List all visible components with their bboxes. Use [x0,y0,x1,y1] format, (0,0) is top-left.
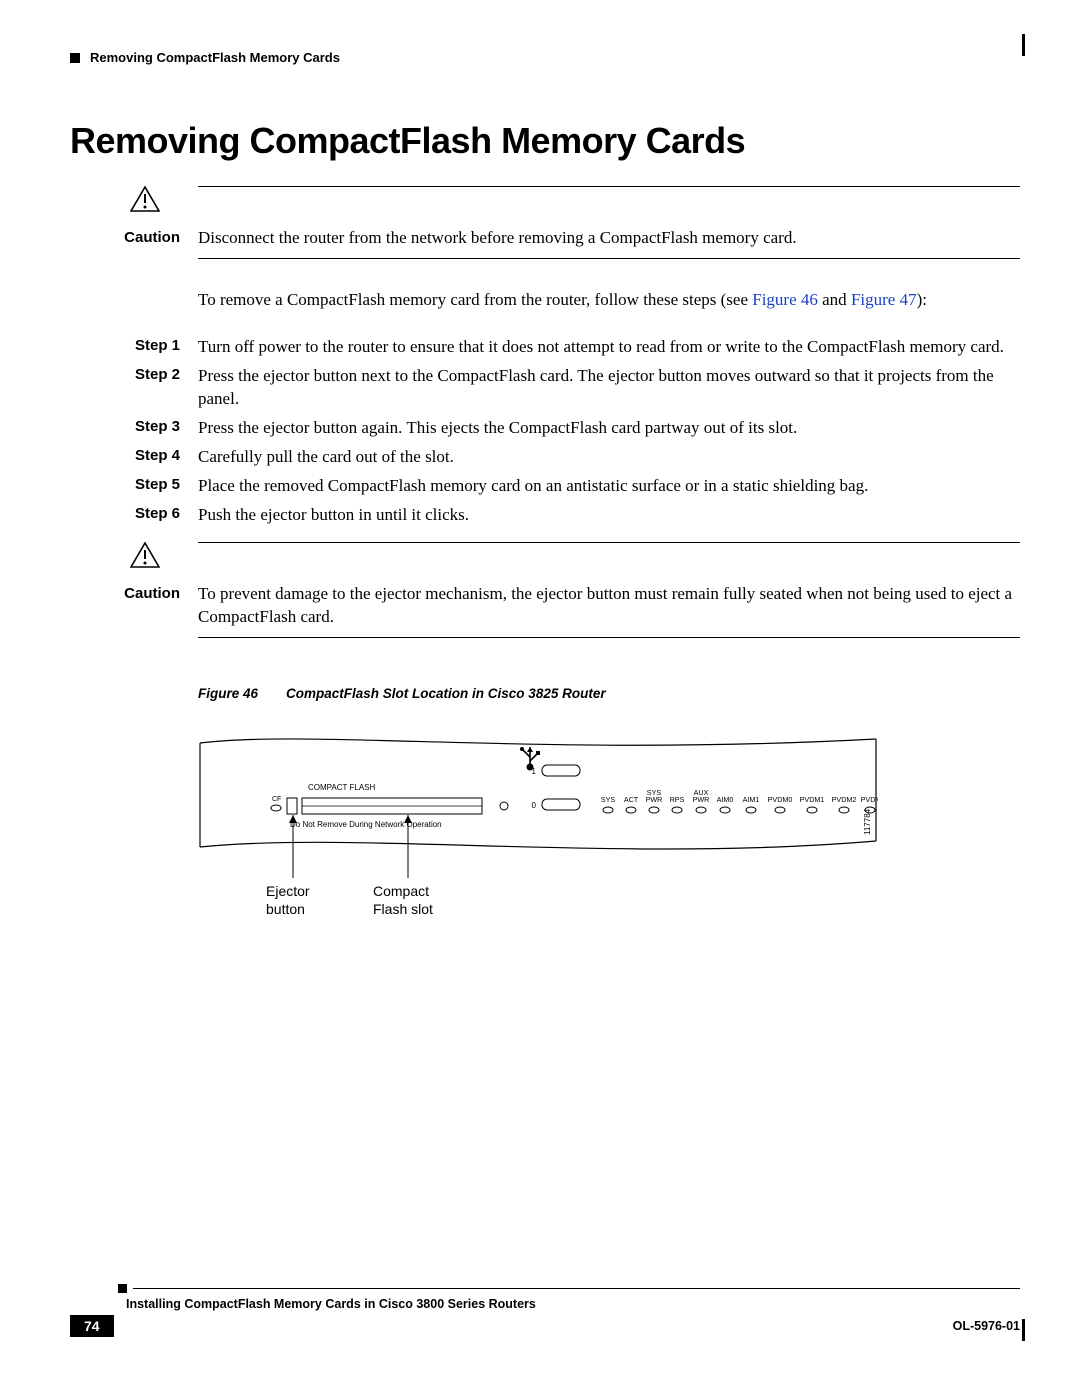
svg-text:SYS: SYS [601,795,616,804]
compact-flash-label: COMPACT FLASH [308,783,375,792]
figure-47-link[interactable]: Figure 47 [851,290,917,309]
callout-ejector: Ejectorbutton [266,883,310,918]
port-1-label: 1 [532,767,537,776]
running-header-text: Removing CompactFlash Memory Cards [90,50,340,65]
svg-text:RPS: RPS [670,795,685,804]
figure-title: CompactFlash Slot Location in Cisco 3825… [286,686,606,701]
caution-label: Caution [70,229,198,246]
step-label: Step 2 [70,365,198,411]
step-label: Step 3 [70,417,198,440]
page-title: Removing CompactFlash Memory Cards [70,120,1020,162]
rule [198,186,1020,187]
svg-text:PVDM3: PVDM3 [861,795,878,804]
caution-icon [130,186,198,217]
step-text: Carefully pull the card out of the slot. [198,446,1020,469]
svg-text:AIM1: AIM1 [743,795,760,804]
step-label: Step 4 [70,446,198,469]
intro-post: ): [917,290,927,309]
svg-text:PWR: PWR [646,795,663,804]
rule [198,542,1020,543]
crop-mark-top [1022,34,1025,56]
svg-text:ACT: ACT [624,795,639,804]
step-text: Press the ejector button again. This eje… [198,417,1020,440]
figure-46-link[interactable]: Figure 46 [752,290,818,309]
caution-text: To prevent damage to the ejector mechani… [198,583,1020,629]
step-text: Place the removed CompactFlash memory ca… [198,475,1020,498]
port-0-label: 0 [532,801,537,810]
step-row: Step 4 Carefully pull the card out of th… [70,446,1020,469]
step-row: Step 3 Press the ejector button again. T… [70,417,1020,440]
intro-paragraph: To remove a CompactFlash memory card fro… [198,289,1020,312]
svg-text:PVDM2: PVDM2 [832,795,857,804]
step-label: Step 5 [70,475,198,498]
callout-slot: CompactFlash slot [373,883,433,918]
footer-rule-line [133,1288,1020,1289]
cf-led-label: CF [272,796,281,803]
footer-doc-title: Installing CompactFlash Memory Cards in … [126,1297,1020,1311]
step-row: Step 5 Place the removed CompactFlash me… [70,475,1020,498]
figure-caption: Figure 46 CompactFlash Slot Location in C… [198,686,1020,701]
intro-pre: To remove a CompactFlash memory card fro… [198,290,752,309]
step-text: Push the ejector button in until it clic… [198,504,1020,527]
footer-marker [118,1284,127,1293]
doc-id: OL-5976-01 [953,1319,1020,1333]
step-row: Step 6 Push the ejector button in until … [70,504,1020,527]
step-text: Turn off power to the router to ensure t… [198,336,1020,359]
intro-mid: and [818,290,851,309]
crop-mark-bottom [1022,1319,1025,1341]
step-text: Press the ejector button next to the Com… [198,365,1020,411]
step-row: Step 1 Turn off power to the router to e… [70,336,1020,359]
caution-label: Caution [70,585,198,602]
figure-image-id: 117784 [863,809,872,836]
svg-text:AIM0: AIM0 [717,795,734,804]
step-label: Step 6 [70,504,198,527]
rule [198,258,1020,259]
caution-icon [130,542,198,573]
page-footer: Installing CompactFlash Memory Cards in … [70,1284,1020,1337]
step-row: Step 2 Press the ejector button next to … [70,365,1020,411]
step-label: Step 1 [70,336,198,359]
svg-text:PWR: PWR [693,795,710,804]
svg-text:PVDM0: PVDM0 [768,795,793,804]
header-marker [70,53,80,63]
figure-number: Figure 46 [198,686,258,701]
page-number: 74 [70,1315,114,1337]
rule [198,637,1020,638]
svg-text:PVDM1: PVDM1 [800,795,825,804]
caution-text: Disconnect the router from the network b… [198,227,1020,250]
running-header: Removing CompactFlash Memory Cards [70,50,1020,65]
figure-diagram: 1 0 COMPACT FLASH CF Do Not Remove Durin… [198,723,878,933]
cf-warning-text: Do Not Remove During Network Operation [290,820,442,829]
